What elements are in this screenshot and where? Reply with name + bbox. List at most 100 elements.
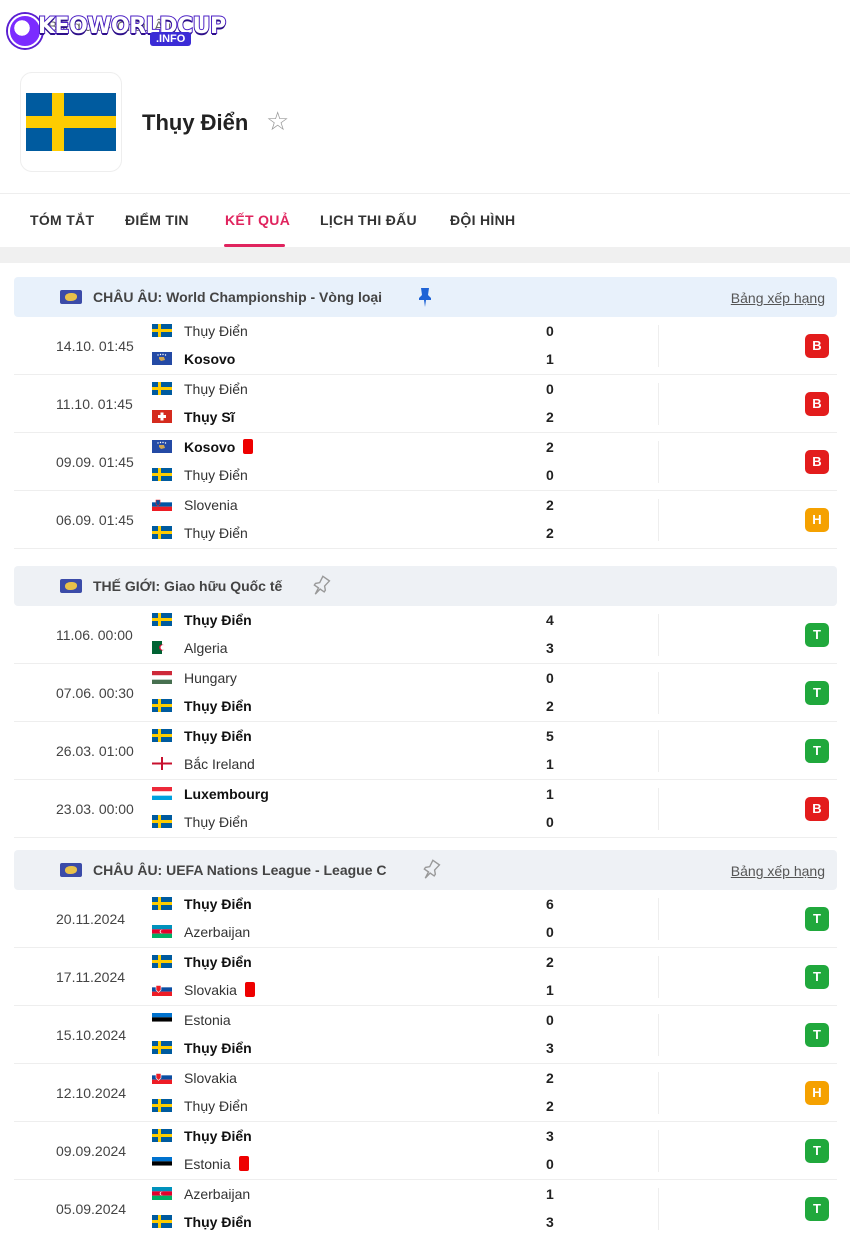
standings-link[interactable]: Bảng xếp hạng xyxy=(731,863,825,879)
team-score: 1 xyxy=(546,351,554,367)
home-team-row: Thụy Điển 2 xyxy=(152,952,572,972)
away-team-row: Slovakia 1 xyxy=(152,980,572,1000)
match-date: 12.10.2024 xyxy=(56,1085,127,1101)
home-team-row: Azerbaijan 1 xyxy=(152,1184,572,1204)
team-name[interactable]: Thụy Điển xyxy=(184,1128,252,1144)
team-name[interactable]: Thụy Điển xyxy=(184,381,248,397)
team-name-text: Estonia xyxy=(184,1156,231,1172)
team-name[interactable]: Thụy Điển xyxy=(184,1214,252,1230)
result-badge: B xyxy=(805,797,829,821)
tab-news[interactable]: ĐIỂM TIN xyxy=(125,212,189,228)
match-row[interactable]: 20.11.2024 Thụy Điển 6 Azerbaijan 0 T xyxy=(14,890,837,948)
match-date: 06.09. 01:45 xyxy=(56,512,134,528)
team-name[interactable]: Thụy Điển xyxy=(184,954,252,970)
match-row[interactable]: 12.10.2024 Slovakia 2 Thụy Điển 2 H xyxy=(14,1064,837,1122)
pin-icon[interactable] xyxy=(420,859,441,881)
match-row[interactable]: 09.09. 01:45 Kosovo 2 Thụy Điển 0 B xyxy=(14,433,837,491)
pin-filled-icon[interactable] xyxy=(416,286,434,308)
team-name[interactable]: Thụy Điển xyxy=(184,323,248,339)
team-name[interactable]: Azerbaijan xyxy=(184,924,250,940)
team-name[interactable]: Thụy Điển xyxy=(184,698,252,714)
home-team-row: Thụy Điển 4 xyxy=(152,610,572,630)
team-name[interactable]: Thụy Điển xyxy=(184,467,248,483)
home-team-row: Thụy Điển 6 xyxy=(152,894,572,914)
team-score: 3 xyxy=(546,640,554,656)
team-name[interactable]: Thụy Điển xyxy=(184,814,248,830)
team-name[interactable]: Kosovo xyxy=(184,439,254,455)
team-score: 2 xyxy=(546,1070,554,1086)
match-row[interactable]: 06.09. 01:45 Slovenia 2 Thụy Điển 2 H xyxy=(14,491,837,549)
team-name-text: Azerbaijan xyxy=(184,1186,251,1202)
match-row[interactable]: 14.10. 01:45 Thụy Điển 0 Kosovo 1 B xyxy=(14,317,837,375)
team-name[interactable]: Estonia xyxy=(184,1156,249,1172)
tab-squad[interactable]: ĐỘI HÌNH xyxy=(450,212,515,228)
team-score: 6 xyxy=(546,896,554,912)
sweden-flag-icon xyxy=(26,93,116,151)
team-name[interactable]: Azerbaijan xyxy=(184,1186,250,1202)
result-badge: T xyxy=(805,907,829,931)
team-name[interactable]: Estonia xyxy=(184,1012,231,1028)
team-name[interactable]: Slovakia xyxy=(184,982,255,998)
team-score: 1 xyxy=(546,1186,554,1202)
match-row[interactable]: 07.06. 00:30 Hungary 0 Thụy Điển 2 T xyxy=(14,664,837,722)
tab-summary[interactable]: TÓM TẮT xyxy=(30,212,94,228)
home-team-row: Luxembourg 1 xyxy=(152,784,572,804)
match-date: 17.11.2024 xyxy=(56,969,126,985)
row-divider xyxy=(658,956,659,998)
match-row[interactable]: 05.09.2024 Azerbaijan 1 Thụy Điển 3 T xyxy=(14,1180,837,1236)
tab-results[interactable]: KẾT QUẢ xyxy=(225,212,290,228)
team-name[interactable]: Thụy Sĩ xyxy=(184,409,235,425)
team-name[interactable]: Slovakia xyxy=(184,1070,237,1086)
home-team-row: Slovakia 2 xyxy=(152,1068,572,1088)
match-row[interactable]: 11.06. 00:00 Thụy Điển 4 Algeria 3 T xyxy=(14,606,837,664)
team-name[interactable]: Thụy Điển xyxy=(184,728,252,744)
team-name-text: Thụy Điển xyxy=(184,814,248,830)
team-name[interactable]: Luxembourg xyxy=(184,786,269,802)
match-date: 15.10.2024 xyxy=(56,1027,127,1043)
team-name[interactable]: Thụy Điển xyxy=(184,612,252,628)
team-score: 2 xyxy=(546,698,554,714)
team-name-text: Thụy Điển xyxy=(184,1214,252,1230)
team-name[interactable]: Algeria xyxy=(184,640,228,656)
result-badge: H xyxy=(805,1081,829,1105)
pin-icon[interactable] xyxy=(310,575,331,597)
match-row[interactable]: 09.09.2024 Thụy Điển 3 Estonia 0 T xyxy=(14,1122,837,1180)
match-row[interactable]: 23.03. 00:00 Luxembourg 1 Thụy Điển 0 B xyxy=(14,780,837,838)
site-logo[interactable]: KEOWORLDCUP xyxy=(8,8,227,54)
match-row[interactable]: 11.10. 01:45 Thụy Điển 0 Thụy Sĩ 2 B xyxy=(14,375,837,433)
match-row[interactable]: 17.11.2024 Thụy Điển 2 Slovakia 1 T xyxy=(14,948,837,1006)
team-name[interactable]: Kosovo xyxy=(184,351,235,367)
divider-band xyxy=(0,247,850,263)
team-name[interactable]: Thụy Điển xyxy=(184,896,252,912)
result-badge: T xyxy=(805,1197,829,1221)
team-score: 1 xyxy=(546,982,554,998)
team-name[interactable]: Hungary xyxy=(184,670,237,686)
competition-title: CHÂU ÂU: UEFA Nations League - League C xyxy=(93,862,387,878)
competition-header[interactable]: CHÂU ÂU: World Championship - Vòng loại B… xyxy=(14,277,837,317)
away-team-row: Estonia 0 xyxy=(152,1154,572,1174)
competition-header[interactable]: CHÂU ÂU: UEFA Nations League - League C B… xyxy=(14,850,837,890)
away-team-row: Bắc Ireland 1 xyxy=(152,754,572,774)
home-team-row: Thụy Điển 5 xyxy=(152,726,572,746)
away-team-row: Thụy Sĩ 2 xyxy=(152,407,572,427)
favorite-star-icon[interactable]: ☆ xyxy=(266,108,289,134)
team-score: 0 xyxy=(546,467,554,483)
team-name-text: Kosovo xyxy=(184,351,236,367)
team-name[interactable]: Thụy Điển xyxy=(184,1098,248,1114)
team-name-text: Luxembourg xyxy=(184,786,269,802)
competition-header[interactable]: THẾ GIỚI: Giao hữu Quốc tế xyxy=(14,566,837,606)
result-badge: B xyxy=(805,392,829,416)
tab-fixtures[interactable]: LỊCH THI ĐẤU xyxy=(320,212,417,228)
match-row[interactable]: 15.10.2024 Estonia 0 Thụy Điển 3 T xyxy=(14,1006,837,1064)
team-name[interactable]: Bắc Ireland xyxy=(184,756,255,772)
away-team-row: Kosovo 1 xyxy=(152,349,572,369)
team-name[interactable]: Slovenia xyxy=(184,497,238,513)
row-divider xyxy=(658,1072,659,1114)
match-row[interactable]: 26.03. 01:00 Thụy Điển 5 Bắc Ireland 1 T xyxy=(14,722,837,780)
row-divider xyxy=(658,1188,659,1230)
team-name[interactable]: Thụy Điển xyxy=(184,525,248,541)
team-name-text: Algeria xyxy=(184,640,228,656)
team-name[interactable]: Thụy Điển xyxy=(184,1040,252,1056)
standings-link[interactable]: Bảng xếp hạng xyxy=(731,290,825,306)
team-score: 2 xyxy=(546,954,554,970)
